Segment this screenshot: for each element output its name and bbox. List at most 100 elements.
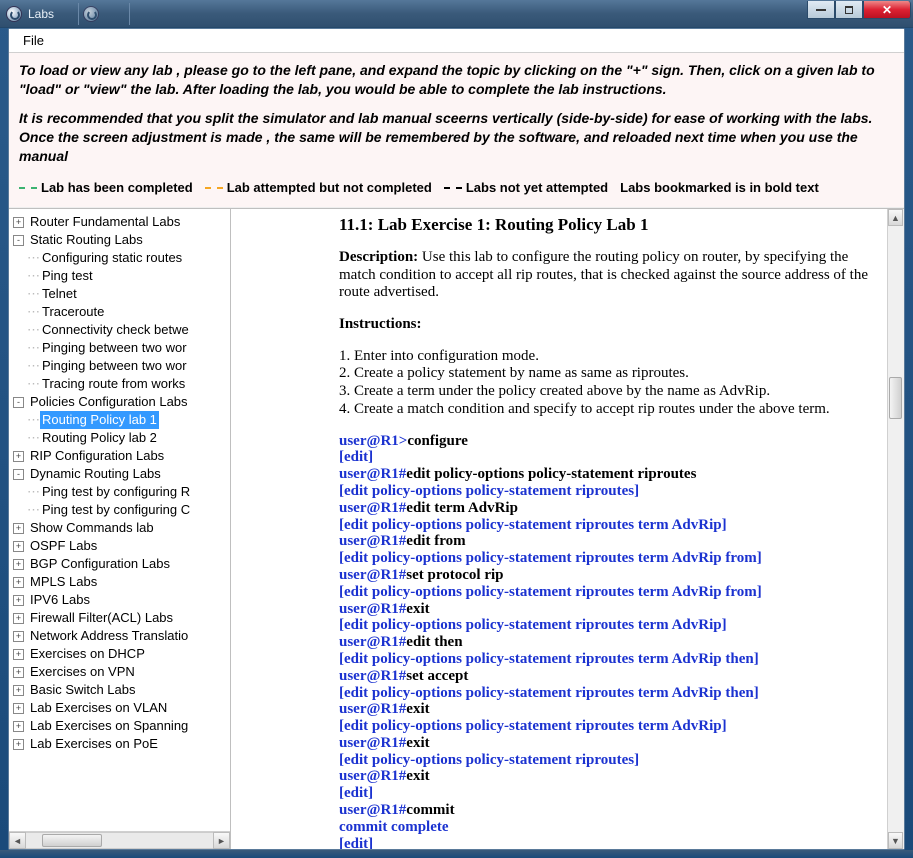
tree-label[interactable]: Router Fundamental Labs bbox=[28, 213, 182, 231]
tree-node[interactable]: ⋯Configuring static routes bbox=[13, 249, 230, 267]
tree-label[interactable]: Basic Switch Labs bbox=[28, 681, 138, 699]
expand-icon[interactable]: + bbox=[13, 739, 24, 750]
tree-node[interactable]: + Network Address Translatio bbox=[13, 627, 230, 645]
tree-node[interactable]: + Lab Exercises on Spanning bbox=[13, 717, 230, 735]
tree-label[interactable]: Firewall Filter(ACL) Labs bbox=[28, 609, 175, 627]
expand-icon[interactable]: + bbox=[13, 721, 24, 732]
tree-hscrollbar[interactable]: ◄ ► bbox=[9, 831, 230, 849]
instruction-step: 3. Create a term under the policy create… bbox=[339, 383, 873, 401]
tree-label[interactable]: Connectivity check betwe bbox=[40, 321, 191, 339]
tree-node[interactable]: + Basic Switch Labs bbox=[13, 681, 230, 699]
tree-label[interactable]: OSPF Labs bbox=[28, 537, 99, 555]
tree-node[interactable]: + IPV6 Labs bbox=[13, 591, 230, 609]
tree-node[interactable]: ⋯Ping test by configuring R bbox=[13, 483, 230, 501]
tree-label[interactable]: Traceroute bbox=[40, 303, 106, 321]
tree-label[interactable]: Ping test by configuring C bbox=[40, 501, 192, 519]
tree-node[interactable]: ⋯Telnet bbox=[13, 285, 230, 303]
hscroll-right-icon[interactable]: ► bbox=[213, 832, 230, 849]
tree-node[interactable]: + Lab Exercises on PoE bbox=[13, 735, 230, 753]
tree-label[interactable]: Pinging between two wor bbox=[40, 357, 189, 375]
tree-node[interactable]: ⋯Ping test bbox=[13, 267, 230, 285]
tree-node[interactable]: ⋯Routing Policy lab 2 bbox=[13, 429, 230, 447]
tree-node[interactable]: + Firewall Filter(ACL) Labs bbox=[13, 609, 230, 627]
vscroll-down-icon[interactable]: ▼ bbox=[888, 832, 903, 849]
tree-node[interactable]: + Exercises on DHCP bbox=[13, 645, 230, 663]
tree-label[interactable]: Static Routing Labs bbox=[28, 231, 145, 249]
cli-line: commit complete bbox=[339, 819, 873, 836]
tree-label[interactable]: Routing Policy lab 1 bbox=[40, 411, 159, 429]
expand-icon[interactable]: + bbox=[13, 595, 24, 606]
cli-prompt: user@R1# bbox=[339, 802, 406, 818]
tree-label[interactable]: Routing Policy lab 2 bbox=[40, 429, 159, 447]
expand-icon[interactable]: + bbox=[13, 559, 24, 570]
expand-icon[interactable]: + bbox=[13, 703, 24, 714]
minimize-button[interactable] bbox=[807, 1, 835, 19]
tree-label[interactable]: Pinging between two wor bbox=[40, 339, 189, 357]
hscroll-thumb[interactable] bbox=[42, 834, 102, 847]
tree-label[interactable]: Configuring static routes bbox=[40, 249, 184, 267]
tree-node[interactable]: + OSPF Labs bbox=[13, 537, 230, 555]
tree-node[interactable]: ⋯Pinging between two wor bbox=[13, 339, 230, 357]
tree-label[interactable]: Tracing route from works bbox=[40, 375, 187, 393]
tree-node[interactable]: ⋯Tracing route from works bbox=[13, 375, 230, 393]
collapse-icon[interactable]: - bbox=[13, 469, 24, 480]
hscroll-track[interactable] bbox=[26, 832, 213, 849]
tree-node[interactable]: + RIP Configuration Labs bbox=[13, 447, 230, 465]
tree-label[interactable]: RIP Configuration Labs bbox=[28, 447, 166, 465]
tree-node[interactable]: + BGP Configuration Labs bbox=[13, 555, 230, 573]
menu-file[interactable]: File bbox=[17, 31, 50, 50]
tree-node[interactable]: ⋯Connectivity check betwe bbox=[13, 321, 230, 339]
vscroll-up-icon[interactable]: ▲ bbox=[888, 209, 903, 226]
expand-icon[interactable]: + bbox=[13, 577, 24, 588]
tree-node[interactable]: + Lab Exercises on VLAN bbox=[13, 699, 230, 717]
tree-node[interactable]: ⋯Traceroute bbox=[13, 303, 230, 321]
tree-label[interactable]: Dynamic Routing Labs bbox=[28, 465, 163, 483]
expand-icon[interactable]: + bbox=[13, 649, 24, 660]
tree-node[interactable]: ⋯Routing Policy lab 1 bbox=[13, 411, 230, 429]
tree-label[interactable]: Ping test by configuring R bbox=[40, 483, 192, 501]
vscroll-thumb[interactable] bbox=[889, 377, 902, 419]
tree-label[interactable]: Lab Exercises on PoE bbox=[28, 735, 160, 753]
collapse-icon[interactable]: - bbox=[13, 235, 24, 246]
expand-icon[interactable]: + bbox=[13, 667, 24, 678]
hscroll-left-icon[interactable]: ◄ bbox=[9, 832, 26, 849]
maximize-button[interactable] bbox=[835, 1, 863, 19]
tree-label[interactable]: Lab Exercises on VLAN bbox=[28, 699, 169, 717]
tree-node[interactable]: + Router Fundamental Labs bbox=[13, 213, 230, 231]
expand-icon[interactable]: + bbox=[13, 685, 24, 696]
close-button[interactable] bbox=[863, 1, 911, 19]
collapse-icon[interactable]: - bbox=[13, 397, 24, 408]
cli-prompt: [edit policy-options policy-statement ri… bbox=[339, 617, 727, 633]
tree-label[interactable]: Exercises on VPN bbox=[28, 663, 137, 681]
tree-label[interactable]: BGP Configuration Labs bbox=[28, 555, 172, 573]
tree-label[interactable]: Ping test bbox=[40, 267, 95, 285]
titlebar[interactable]: Labs bbox=[0, 0, 913, 28]
content-inner[interactable]: 11.1: Lab Exercise 1: Routing Policy Lab… bbox=[231, 209, 887, 849]
expand-icon[interactable]: + bbox=[13, 451, 24, 462]
expand-icon[interactable]: + bbox=[13, 217, 24, 228]
tree-label[interactable]: IPV6 Labs bbox=[28, 591, 92, 609]
tree-scroll[interactable]: +Router Fundamental Labs-Static Routing … bbox=[9, 209, 230, 831]
tree-node[interactable]: -Dynamic Routing Labs bbox=[13, 465, 230, 483]
tree-node[interactable]: -Static Routing Labs bbox=[13, 231, 230, 249]
expand-icon[interactable]: + bbox=[13, 613, 24, 624]
tree-label[interactable]: Exercises on DHCP bbox=[28, 645, 147, 663]
tree-label[interactable]: Telnet bbox=[40, 285, 79, 303]
tree-label[interactable]: Show Commands lab bbox=[28, 519, 156, 537]
tab-divider bbox=[78, 3, 79, 25]
tree-label[interactable]: Policies Configuration Labs bbox=[28, 393, 190, 411]
content-vscrollbar[interactable]: ▲ ▼ bbox=[887, 209, 904, 849]
expand-icon[interactable]: + bbox=[13, 541, 24, 552]
tree-label[interactable]: MPLS Labs bbox=[28, 573, 99, 591]
tree-node[interactable]: -Policies Configuration Labs bbox=[13, 393, 230, 411]
tree-label[interactable]: Network Address Translatio bbox=[28, 627, 190, 645]
tree-node[interactable]: + MPLS Labs bbox=[13, 573, 230, 591]
tree-node[interactable]: + Exercises on VPN bbox=[13, 663, 230, 681]
tree-node[interactable]: ⋯Ping test by configuring C bbox=[13, 501, 230, 519]
content-pane: 11.1: Lab Exercise 1: Routing Policy Lab… bbox=[231, 209, 904, 849]
expand-icon[interactable]: + bbox=[13, 523, 24, 534]
tree-label[interactable]: Lab Exercises on Spanning bbox=[28, 717, 190, 735]
expand-icon[interactable]: + bbox=[13, 631, 24, 642]
tree-node[interactable]: + Show Commands lab bbox=[13, 519, 230, 537]
tree-node[interactable]: ⋯Pinging between two wor bbox=[13, 357, 230, 375]
